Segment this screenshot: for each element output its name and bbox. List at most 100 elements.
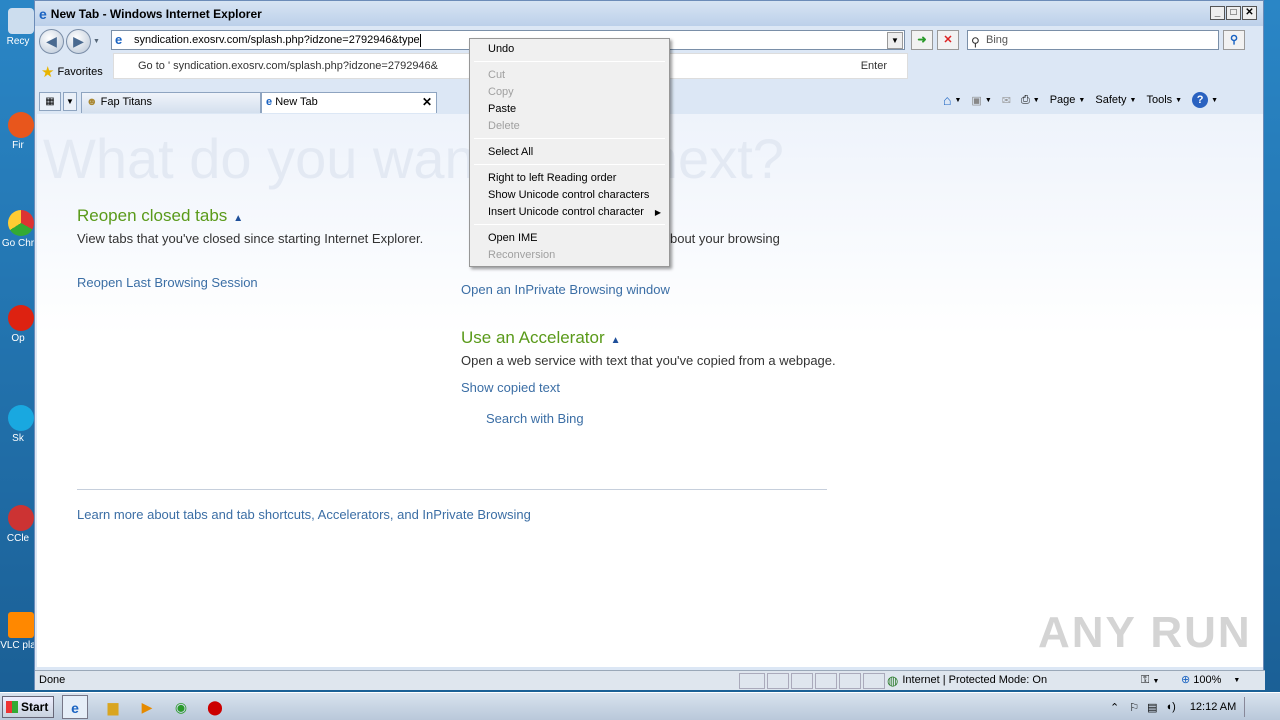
show-hidden-icons-button[interactable]: ⌃	[1110, 701, 1119, 714]
clock[interactable]: 12:12 AM	[1190, 701, 1236, 713]
desktop-icon-firefox[interactable]: Fir	[0, 112, 36, 151]
tab-fap-titans[interactable]: ☻ Fap Titans	[81, 92, 261, 113]
inprivate-link[interactable]: Open an InPrivate Browsing window	[461, 282, 670, 297]
taskbar-ie-button[interactable]: e	[62, 695, 88, 719]
close-window-button[interactable]: ✕	[1242, 6, 1257, 20]
menu-paste[interactable]: Paste	[488, 101, 516, 118]
desktop-icon-label: VLC pla	[0, 640, 36, 651]
desktop-icon-skype[interactable]: Sk	[0, 405, 36, 444]
maximize-button[interactable]: □	[1226, 6, 1241, 20]
desktop-icon-recycle[interactable]: Recy	[0, 8, 36, 47]
ie-tab-icon: e	[266, 96, 273, 108]
menu-open-ime[interactable]: Open IME	[488, 230, 538, 247]
start-button[interactable]: Start	[2, 696, 54, 718]
tools-menu-label: Tools	[1146, 94, 1173, 106]
taskbar-media-player-button[interactable]: ▶	[134, 695, 160, 719]
ie-logo-icon: e	[39, 5, 47, 22]
page-menu[interactable]: Page ▼	[1050, 94, 1086, 106]
history-dropdown-icon[interactable]: ▼	[93, 38, 100, 45]
accelerator-heading[interactable]: Use an Accelerator ▲	[461, 328, 621, 348]
address-dropdown-button[interactable]: ▼	[887, 32, 903, 49]
learn-more-link[interactable]: Learn more about tabs and tab shortcuts,…	[77, 507, 531, 522]
stop-button[interactable]: ✕	[937, 30, 959, 50]
favorites-button[interactable]: ★ Favorites	[35, 61, 125, 83]
reopen-heading-text: Reopen closed tabs	[77, 206, 228, 225]
tools-menu[interactable]: Tools ▼	[1146, 94, 1182, 106]
forward-button[interactable]: ▶	[66, 28, 91, 54]
address-input[interactable]: syndication.exosrv.com/splash.php?idzone…	[134, 34, 420, 46]
quick-tabs-button[interactable]: ▦	[39, 92, 61, 111]
close-tab-button[interactable]: ✕	[422, 93, 432, 112]
print-button[interactable]: ⎙ ▼	[1021, 94, 1040, 107]
help-menu[interactable]: ? ▼	[1192, 92, 1218, 108]
desktop-icon-ccleaner[interactable]: CCle	[0, 505, 36, 544]
home-icon: ⌂	[943, 92, 952, 108]
start-label: Start	[21, 700, 49, 714]
tab-list-button[interactable]: ▼	[63, 92, 77, 111]
title-bar[interactable]: e New Tab - Windows Internet Explorer _ …	[35, 1, 1263, 26]
desktop-icon-label: Op	[11, 333, 25, 344]
show-desktop-button[interactable]	[1244, 697, 1256, 717]
desktop-icon-vlc[interactable]: VLC pla	[0, 612, 36, 651]
page-ie-icon: e	[115, 32, 123, 47]
suggestion-enter-label: Enter	[860, 60, 887, 72]
go-button[interactable]: ➜	[911, 30, 933, 50]
zoom-level: 100%	[1193, 674, 1222, 686]
menu-show-unicode[interactable]: Show Unicode control characters	[488, 187, 649, 204]
network-icon[interactable]: ▤	[1147, 701, 1157, 714]
taskbar-explorer-button[interactable]: ▆	[100, 695, 126, 719]
minimize-button[interactable]: _	[1210, 6, 1225, 20]
text-caret	[419, 33, 421, 47]
status-pane	[767, 673, 789, 689]
safety-menu-label: Safety	[1095, 94, 1127, 106]
collapse-caret-icon: ▲	[610, 335, 621, 346]
ie-window: e New Tab - Windows Internet Explorer _ …	[34, 0, 1265, 691]
taskbar-chrome-button[interactable]: ◉	[168, 695, 194, 719]
menu-separator	[474, 224, 665, 225]
menu-separator	[474, 61, 665, 62]
volume-icon[interactable]: ◖)	[1166, 701, 1176, 713]
menu-rtl-reading-order[interactable]: Right to left Reading order	[488, 170, 616, 187]
search-icon: ⚲	[971, 35, 980, 49]
globe-icon: ◍	[887, 673, 899, 688]
accelerator-heading-text: Use an Accelerator	[461, 328, 605, 347]
desktop-icon-chrome[interactable]: Go Chr	[0, 210, 36, 249]
ccleaner-icon	[8, 505, 34, 531]
desktop-icon-label: Sk	[12, 433, 24, 444]
tab-label: New Tab	[275, 96, 318, 108]
desktop-icon-opera[interactable]: Op	[0, 305, 36, 344]
zoom-button[interactable]: ⊕ 100% ▼	[1181, 671, 1240, 690]
menu-undo[interactable]: Undo	[488, 41, 514, 58]
menu-reconversion: Reconversion	[488, 249, 556, 261]
show-copied-text-link[interactable]: Show copied text	[461, 380, 560, 395]
search-box[interactable]: ⚲ Bing	[967, 30, 1219, 50]
submenu-arrow-icon: ▶	[654, 208, 661, 217]
search-button[interactable]: ⚲	[1223, 30, 1245, 50]
taskbar-opera-button[interactable]: ⬤	[202, 695, 228, 719]
action-center-flag-icon[interactable]: ⚐	[1129, 701, 1139, 714]
search-input[interactable]: Bing	[986, 34, 1008, 46]
desktop-icon-label: Go Chr	[1, 238, 35, 249]
search-with-bing-link[interactable]: Search with Bing	[486, 411, 584, 426]
feeds-button[interactable]: ▣ ▼	[971, 94, 991, 107]
window-title: New Tab - Windows Internet Explorer	[50, 6, 262, 21]
windows-logo-icon	[6, 701, 18, 713]
rss-feed-icon: ▣	[971, 94, 982, 107]
status-pane	[863, 673, 885, 689]
command-bar: ⌂ ▼ ▣ ▼ ✉ ⎙ ▼ Page ▼ Safety ▼ Tools ▼ ? ▼	[933, 89, 1218, 111]
divider	[77, 489, 827, 490]
reopen-last-session-link[interactable]: Reopen Last Browsing Session	[77, 275, 258, 290]
site-favicon-icon: ☻	[86, 96, 98, 108]
read-mail-button[interactable]: ✉	[1002, 94, 1011, 107]
status-text: Done	[39, 674, 66, 686]
reopen-heading[interactable]: Reopen closed tabs ▲	[77, 206, 243, 226]
chrome-icon	[8, 210, 34, 236]
tab-new-tab[interactable]: e New Tab ✕	[261, 92, 437, 113]
back-button[interactable]: ◀	[39, 28, 64, 54]
home-button[interactable]: ⌂ ▼	[943, 92, 961, 108]
menu-insert-unicode[interactable]: Insert Unicode control character	[488, 204, 644, 221]
menu-select-all[interactable]: Select All	[488, 144, 533, 161]
protected-mode-button[interactable]: ⚿ ▼	[1141, 671, 1159, 691]
safety-menu[interactable]: Safety ▼	[1095, 94, 1136, 106]
security-zone[interactable]: ◍ Internet | Protected Mode: On	[887, 671, 1047, 690]
